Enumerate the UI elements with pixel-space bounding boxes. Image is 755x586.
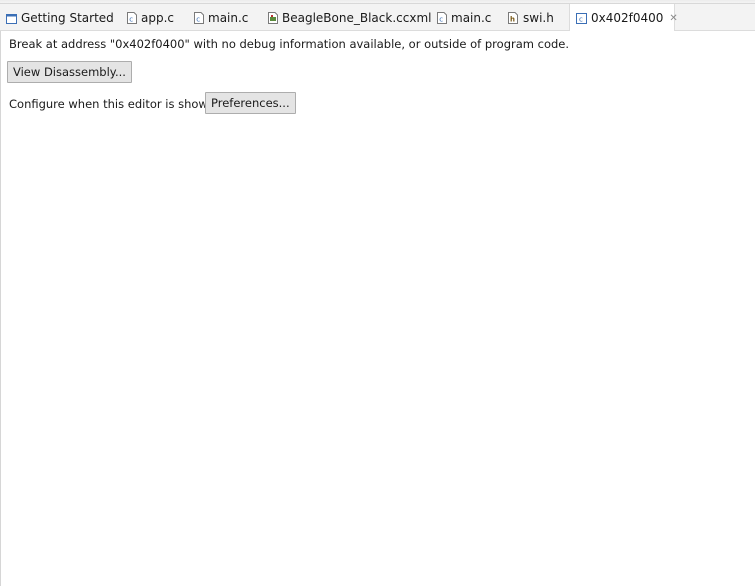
tab-label: app.c [141,11,174,25]
editor-tab-bar: Getting Started c app.c c main.c BeagleB… [0,4,755,31]
editor-content: Break at address "0x402f0400" with no de… [0,31,755,586]
tab-label: main.c [451,11,492,25]
configure-label: Configure when this editor is shown [9,97,216,111]
close-icon[interactable]: ✕ [669,13,677,24]
svg-text:c: c [439,16,443,24]
svg-text:c: c [129,16,133,24]
editor-window: Getting Started c app.c c main.c BeagleB… [0,0,755,586]
tab-swi-h[interactable]: h swi.h [508,4,568,31]
target-config-icon [268,12,278,27]
svg-text:h: h [510,16,515,24]
c-file-icon: c [194,12,204,27]
c-file-icon: c [437,12,447,27]
tab-main-c-2[interactable]: c main.c [437,4,503,31]
tab-app-c[interactable]: c app.c [127,4,189,31]
view-disassembly-button[interactable]: View Disassembly... [7,61,132,83]
tab-beaglebone-ccxml[interactable]: BeagleBone_Black.ccxml [268,4,432,31]
tab-label: main.c [208,11,249,25]
c-file-icon: c [576,13,587,27]
svg-text:c: c [579,16,583,24]
preferences-button[interactable]: Preferences... [205,92,296,114]
tab-label: BeagleBone_Black.ccxml [282,11,432,25]
page-icon [6,13,17,27]
header-file-icon: h [508,12,519,27]
tab-label: Getting Started [21,11,114,25]
tab-label: swi.h [523,11,554,25]
tab-getting-started[interactable]: Getting Started [6,4,122,31]
tab-0x402f0400[interactable]: c 0x402f0400 ✕ [569,4,678,31]
tab-main-c[interactable]: c main.c [194,4,260,31]
break-message: Break at address "0x402f0400" with no de… [9,37,570,51]
svg-text:c: c [196,16,200,24]
tab-label: 0x402f0400 [591,11,664,25]
c-file-icon: c [127,12,137,27]
